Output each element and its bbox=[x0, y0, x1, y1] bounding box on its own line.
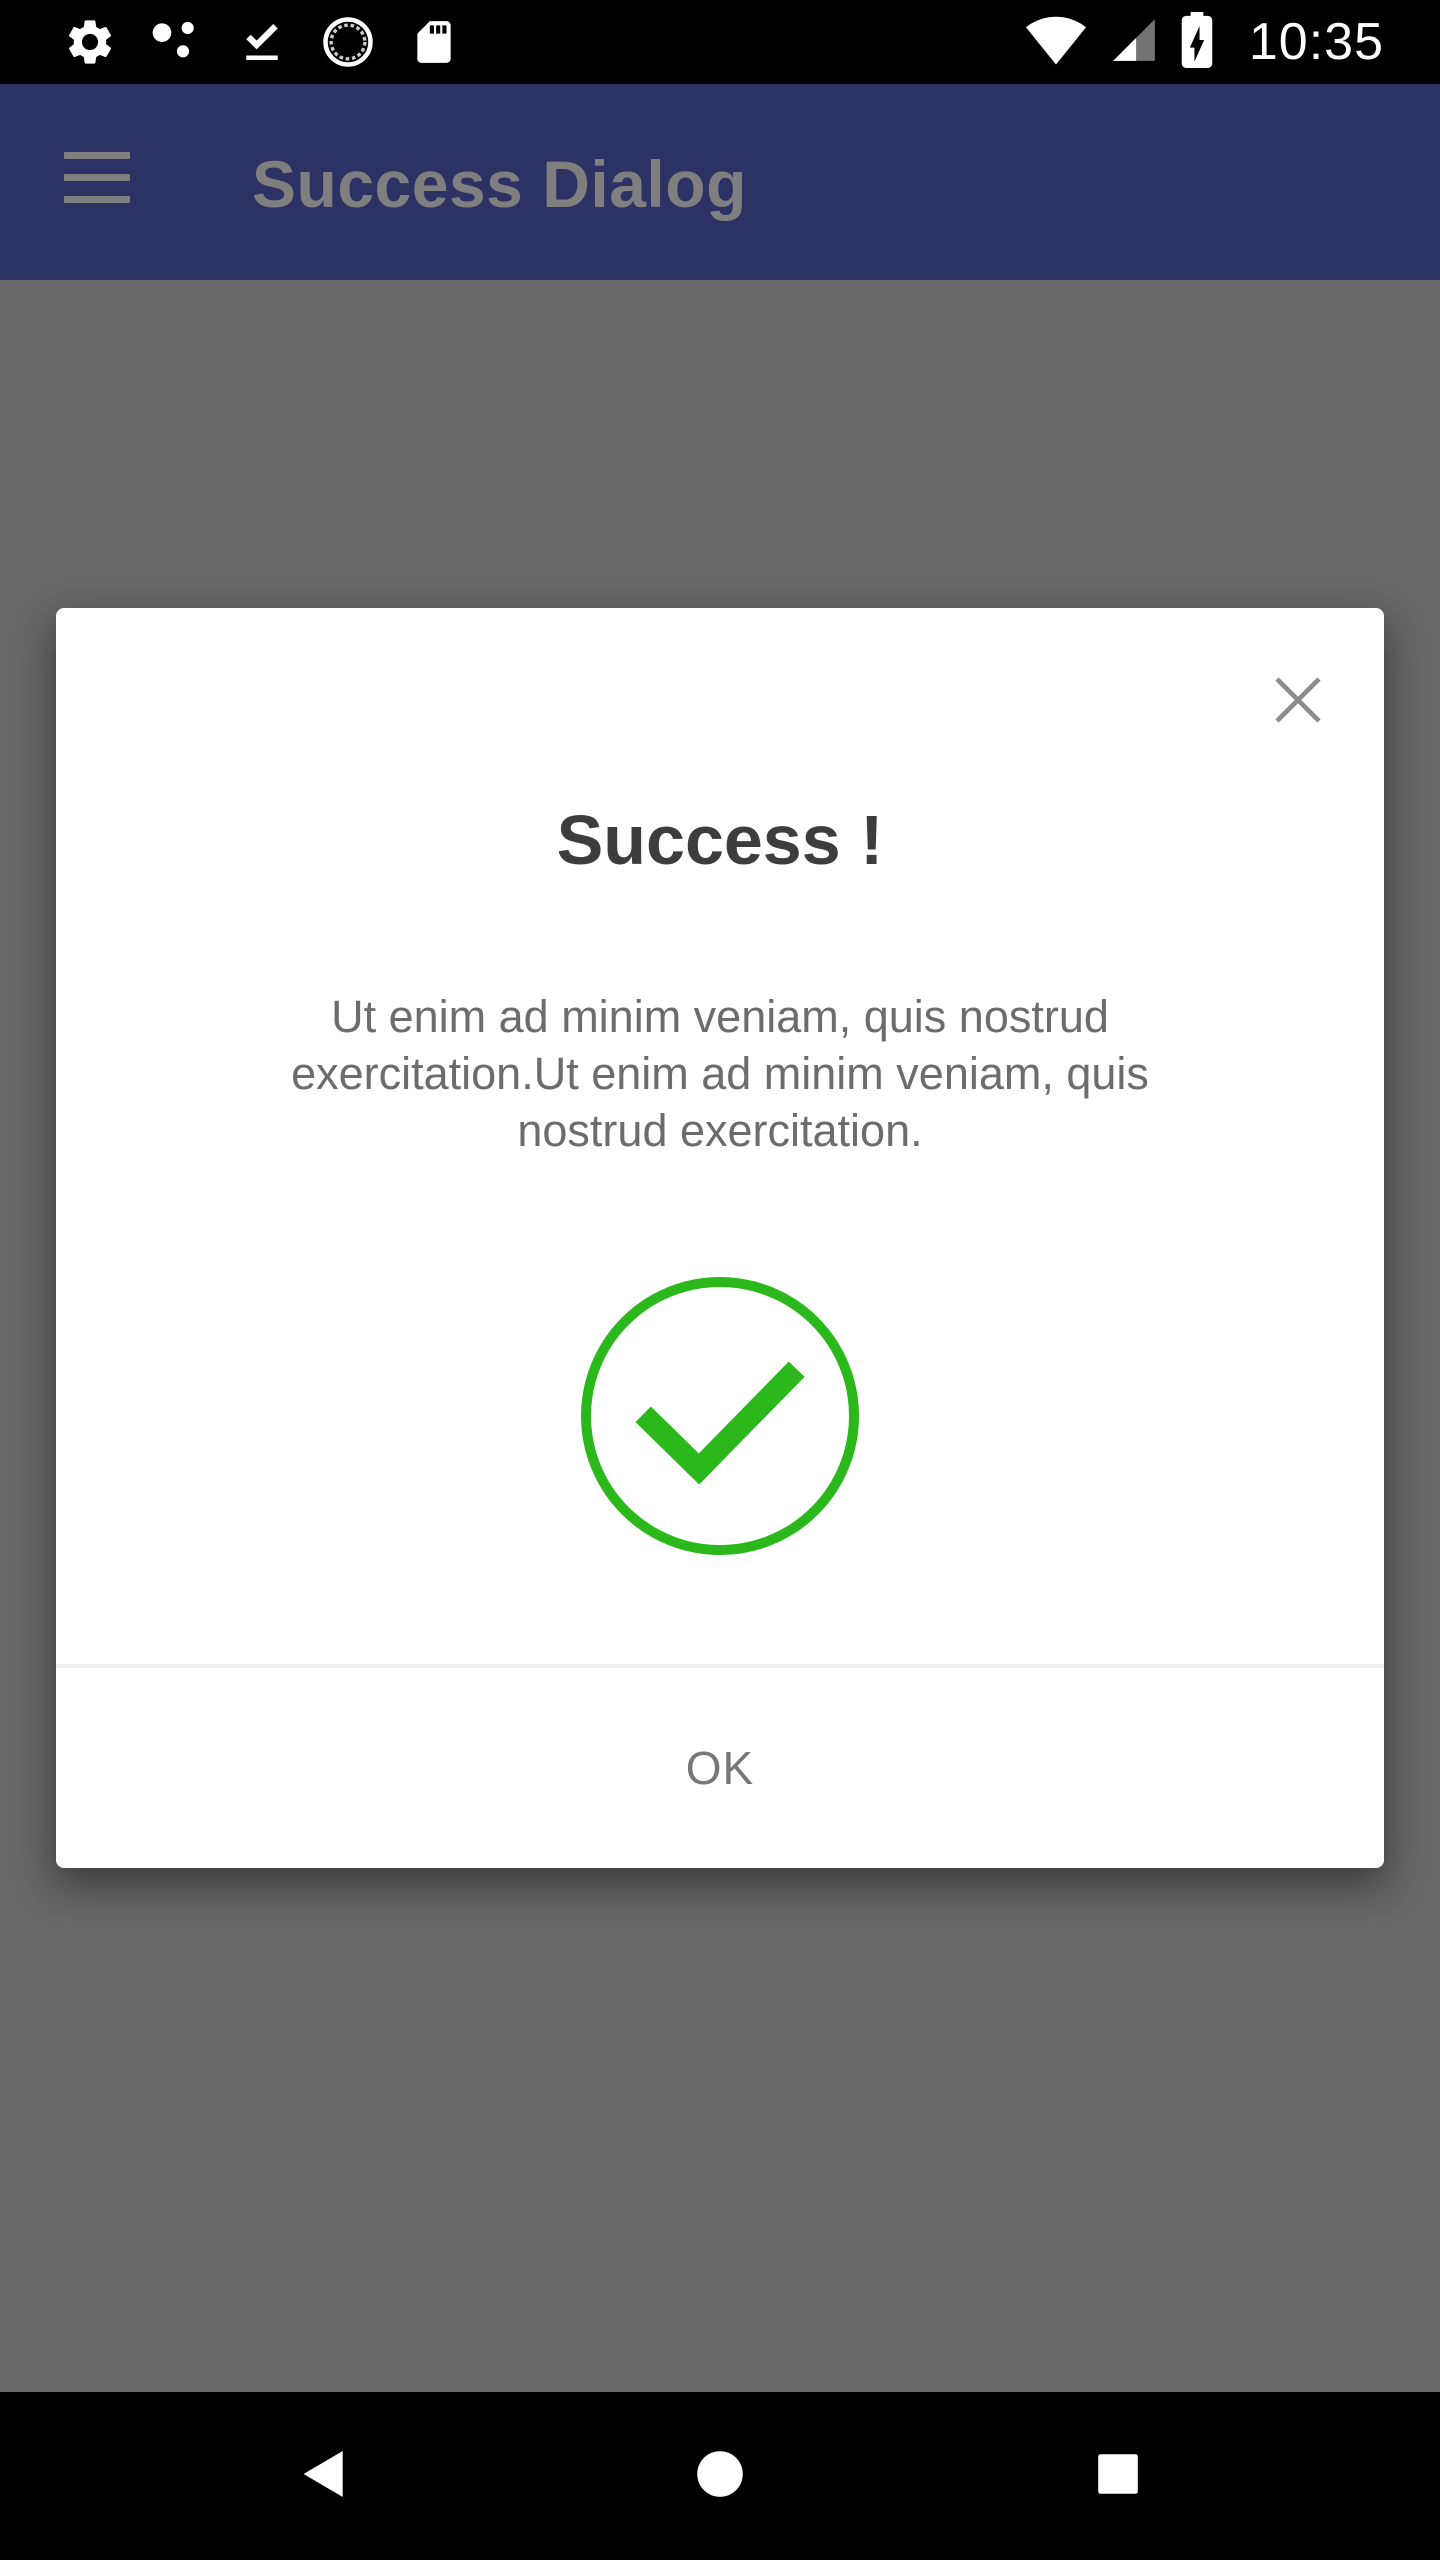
close-button[interactable] bbox=[1268, 672, 1328, 732]
home-icon bbox=[696, 2450, 744, 2503]
status-bar-system-icons: 10:35 bbox=[1025, 11, 1384, 73]
success-dialog: Success ! Ut enim ad minim veniam, quis … bbox=[56, 608, 1384, 1868]
recents-icon bbox=[1096, 2452, 1140, 2501]
sd-card-icon bbox=[406, 14, 462, 70]
status-bar-clock: 10:35 bbox=[1248, 13, 1384, 71]
battery-charging-icon bbox=[1181, 11, 1213, 73]
recents-button[interactable] bbox=[1078, 2436, 1158, 2516]
dialog-message: Ut enim ad minim veniam, quis nostrud ex… bbox=[291, 991, 1149, 1156]
settings-icon bbox=[62, 14, 118, 70]
check-circle-icon bbox=[576, 1272, 864, 1560]
status-bar: 10:35 bbox=[0, 0, 1440, 84]
wifi-icon bbox=[1025, 14, 1087, 71]
ok-button[interactable]: OK bbox=[56, 1668, 1384, 1868]
download-done-icon bbox=[234, 14, 290, 70]
back-icon bbox=[299, 2448, 345, 2505]
signal-icon bbox=[1109, 14, 1159, 71]
status-bar-notification-icons bbox=[62, 14, 462, 70]
navigation-bar bbox=[0, 2392, 1440, 2560]
share-icon bbox=[148, 14, 204, 70]
dialog-title: Success ! bbox=[556, 801, 884, 879]
sync-icon bbox=[320, 14, 376, 70]
home-button[interactable] bbox=[680, 2436, 760, 2516]
close-icon bbox=[1270, 672, 1326, 733]
back-button[interactable] bbox=[282, 2436, 362, 2516]
